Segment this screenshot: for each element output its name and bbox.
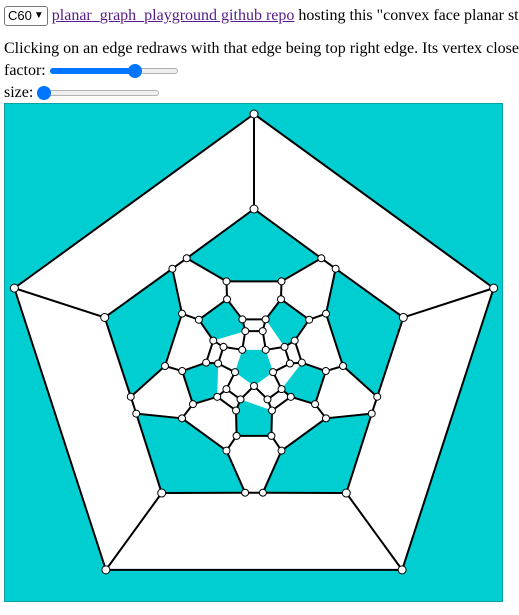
size-slider[interactable] — [37, 86, 160, 101]
graph-vertex — [222, 277, 231, 286]
size-slider-track — [37, 90, 160, 97]
graph-vertex — [222, 446, 231, 455]
graph-vertex — [331, 264, 340, 273]
graph-vertex — [223, 295, 232, 304]
graph-vertex — [305, 315, 314, 324]
graph-vertex — [241, 327, 250, 336]
factor-slider-fill — [49, 68, 136, 75]
graph-vertex — [250, 382, 258, 390]
graph-vertex — [267, 406, 276, 415]
graph-vertex — [126, 392, 135, 401]
instructions-text: Clicking on an edge redraws with that ed… — [4, 40, 519, 57]
size-slider-thumb[interactable] — [37, 86, 52, 101]
graph-vertex — [397, 565, 407, 575]
graph-vertex — [188, 400, 197, 409]
graph-vertex — [286, 392, 295, 401]
graph-vertex — [258, 488, 267, 497]
graph-vertex — [236, 395, 245, 404]
graph-vertex — [178, 367, 187, 376]
graph-vertex — [101, 565, 111, 575]
graph-vertex — [267, 431, 276, 440]
graph-vertex — [317, 254, 326, 263]
size-row: size: — [4, 84, 160, 102]
graph-select[interactable]: C60 ▼ — [4, 6, 48, 26]
graph-vertex — [9, 283, 19, 293]
graph-vertex — [202, 358, 211, 367]
size-label: size: — [4, 84, 34, 101]
graph-vertex — [177, 309, 186, 318]
graph-vertex — [230, 368, 239, 377]
graph-vertex — [489, 283, 499, 293]
factor-slider[interactable] — [49, 64, 178, 79]
graph-vertex — [311, 400, 320, 409]
graph-vertex — [249, 109, 259, 119]
graph-vertex — [261, 345, 270, 354]
graph-vertex — [398, 312, 408, 322]
graph-vertex — [261, 315, 270, 324]
graph-vertex — [258, 327, 267, 336]
graph-vertex — [263, 395, 272, 404]
graph-vertex — [269, 368, 278, 377]
graph-drawing[interactable] — [5, 104, 502, 601]
graph-vertex — [285, 359, 294, 368]
graph-vertex — [194, 315, 203, 324]
graph-vertex — [341, 488, 351, 498]
graph-vertex — [182, 254, 191, 263]
graph-vertex — [222, 385, 231, 394]
factor-slider-thumb[interactable] — [128, 64, 143, 79]
graph-vertex — [277, 446, 286, 455]
graph-vertex — [297, 358, 306, 367]
graph-vertex — [277, 277, 286, 286]
graph-vertex — [238, 345, 247, 354]
graph-vertex — [373, 392, 382, 401]
graph-vertex — [322, 414, 331, 423]
chevron-down-icon: ▼ — [33, 10, 44, 21]
header-row: C60 ▼ planar_graph_playground github repo h… — [4, 5, 519, 27]
factor-row: factor: — [4, 62, 178, 80]
graph-vertex — [219, 342, 228, 351]
graph-vertex — [321, 367, 330, 376]
graph-vertex — [232, 431, 241, 440]
hosting-text: hosting this "convex face planar st — [298, 7, 519, 24]
graph-vertex — [276, 295, 285, 304]
factor-label: factor: — [4, 62, 46, 79]
graph-vertex — [249, 204, 259, 214]
graph-vertex — [367, 409, 376, 418]
graph-vertex — [213, 392, 222, 401]
graph-vertex — [214, 359, 223, 368]
graph-vertex — [161, 362, 169, 370]
graph-select-value: C60 — [8, 8, 32, 23]
graph-vertex — [157, 488, 167, 498]
graph-vertex — [177, 414, 186, 423]
graph-vertex — [339, 362, 347, 370]
graph-canvas[interactable] — [4, 103, 503, 602]
graph-vertex — [209, 336, 218, 345]
graph-vertex — [238, 315, 247, 324]
repo-link[interactable]: planar_graph_playground github repo — [52, 7, 295, 24]
graph-vertex — [290, 336, 299, 345]
graph-vertex — [241, 488, 250, 497]
graph-vertex — [322, 309, 331, 318]
graph-vertex — [132, 409, 141, 418]
graph-vertex — [168, 264, 177, 273]
graph-vertex — [100, 312, 110, 322]
graph-vertex — [232, 406, 241, 415]
graph-vertex — [277, 385, 286, 394]
graph-vertex — [280, 342, 289, 351]
